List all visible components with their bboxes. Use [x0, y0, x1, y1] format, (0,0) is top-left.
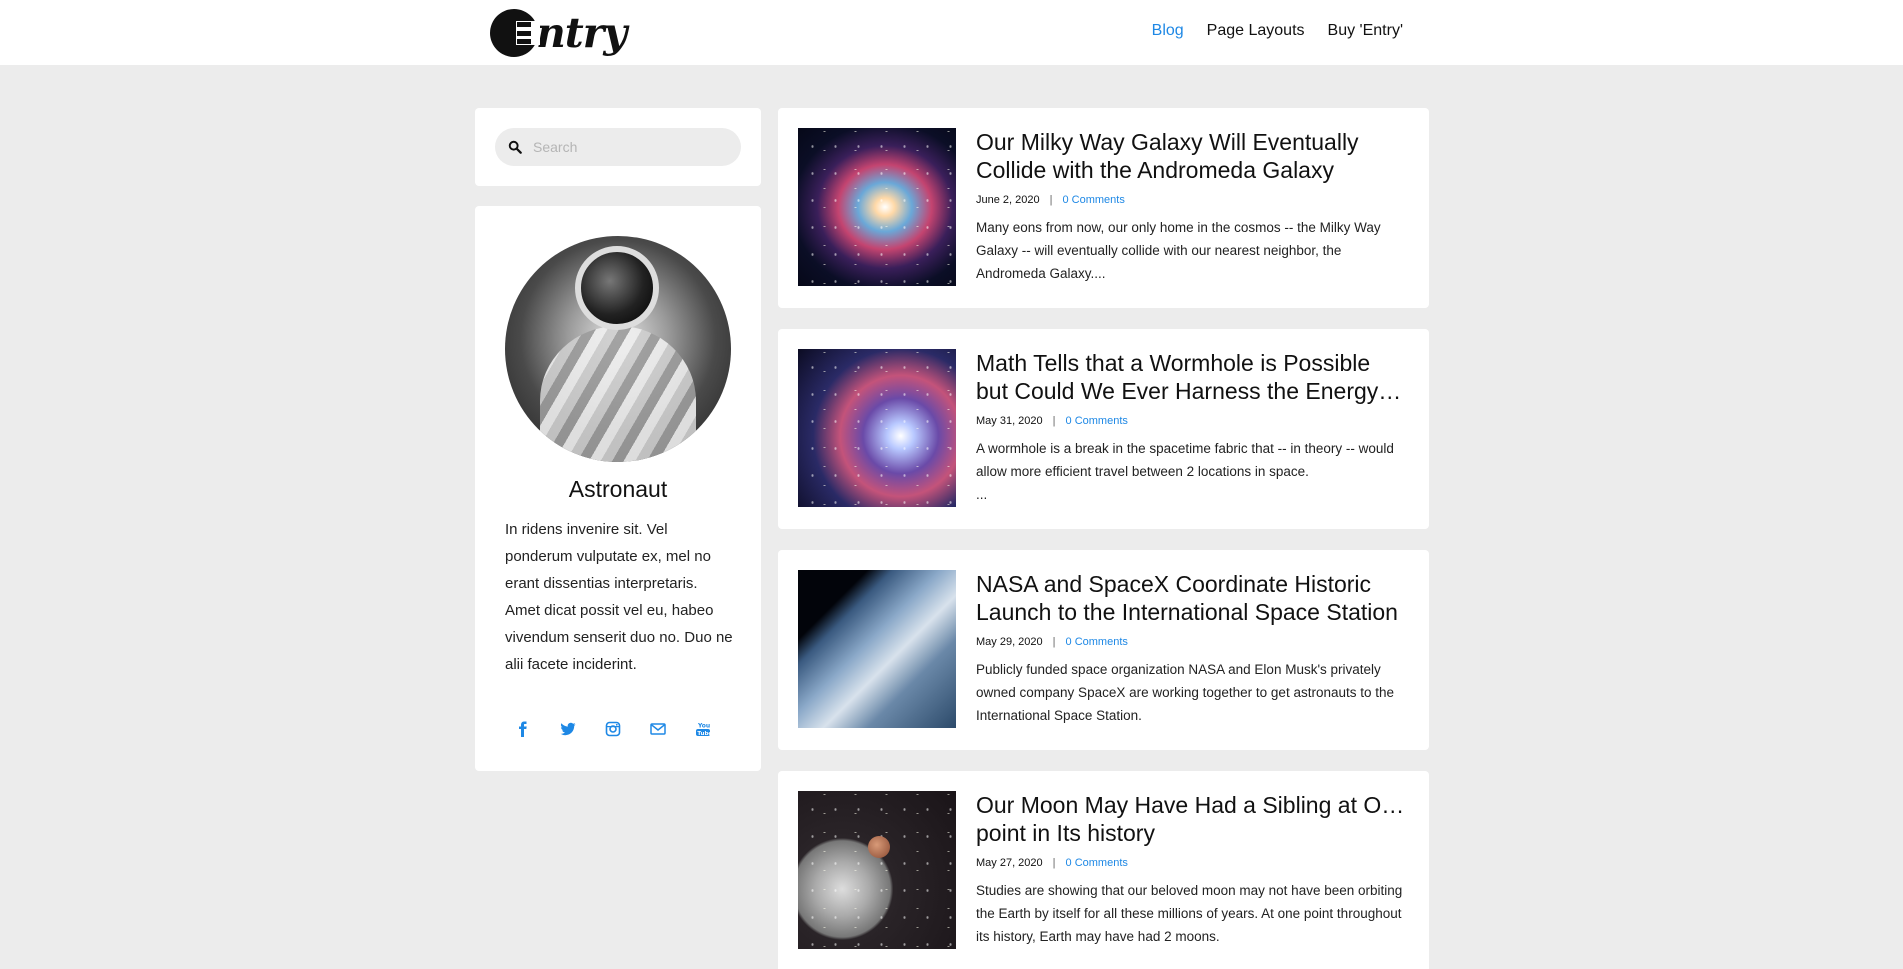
- svg-text:You: You: [697, 723, 710, 730]
- post-title[interactable]: NASA and SpaceX Coordinate Historic Laun…: [976, 570, 1406, 626]
- search-widget: [475, 108, 761, 186]
- nav-item-buy-entry[interactable]: Buy 'Entry': [1328, 22, 1403, 40]
- post-thumbnail[interactable]: [798, 791, 956, 949]
- twitter-icon[interactable]: [559, 720, 577, 738]
- social-links: You Tube: [514, 720, 712, 738]
- post-comments-link[interactable]: 0 Comments: [1066, 636, 1128, 648]
- post-title[interactable]: Our Milky Way Galaxy Will Eventually Col…: [976, 128, 1406, 184]
- profile-name: Astronaut: [568, 476, 668, 502]
- meta-separator: |: [1052, 415, 1056, 427]
- youtube-icon[interactable]: You Tube: [694, 720, 712, 738]
- post-excerpt: Studies are showing that our beloved moo…: [976, 883, 1403, 944]
- post-comments-link[interactable]: 0 Comments: [1066, 857, 1128, 869]
- meta-separator: |: [1052, 636, 1056, 648]
- post-comments-link[interactable]: 0 Comments: [1066, 415, 1128, 427]
- post-meta: June 2, 2020 | 0 Comments: [976, 194, 1125, 206]
- post-excerpt: Many eons from now, our only home in the…: [976, 220, 1381, 281]
- logo-text: ntry: [536, 9, 627, 57]
- facebook-icon[interactable]: [514, 720, 532, 738]
- post-date: June 2, 2020: [976, 194, 1040, 206]
- svg-text:Tube: Tube: [697, 731, 711, 737]
- search-icon: [508, 140, 522, 154]
- post-comments-link[interactable]: 0 Comments: [1062, 194, 1124, 206]
- post-card: Our Milky Way Galaxy Will Eventually Col…: [778, 108, 1429, 308]
- post-meta: May 27, 2020 | 0 Comments: [976, 857, 1128, 869]
- post-excerpt: A wormhole is a break in the spacetime f…: [976, 441, 1394, 502]
- profile-bio: In ridens invenire sit. Vel ponderum vul…: [505, 521, 733, 673]
- nav-item-blog[interactable]: Blog: [1152, 22, 1184, 40]
- profile-widget: Astronaut In ridens invenire sit. Vel po…: [475, 206, 761, 771]
- top-bar: ntry Blog Page Layouts Buy 'Entry': [0, 0, 1903, 65]
- post-date: May 27, 2020: [976, 857, 1043, 869]
- post-date: May 31, 2020: [976, 415, 1043, 427]
- post-card: Math Tells that a Wormhole is Possible b…: [778, 329, 1429, 529]
- mail-icon[interactable]: [649, 720, 667, 738]
- nav-item-page-layouts[interactable]: Page Layouts: [1207, 22, 1305, 40]
- post-title[interactable]: Math Tells that a Wormhole is Possible b…: [976, 349, 1406, 405]
- post-thumbnail[interactable]: [798, 128, 956, 286]
- logo-mark-icon: [490, 9, 540, 57]
- avatar: [505, 236, 731, 462]
- post-excerpt: Publicly funded space organization NASA …: [976, 662, 1395, 723]
- post-thumbnail[interactable]: [798, 349, 956, 507]
- search-box[interactable]: [495, 128, 741, 166]
- meta-separator: |: [1049, 194, 1053, 206]
- post-card: NASA and SpaceX Coordinate Historic Laun…: [778, 550, 1429, 750]
- post-card: Our Moon May Have Had a Sibling at One p…: [778, 771, 1429, 969]
- post-thumbnail[interactable]: [798, 570, 956, 728]
- post-meta: May 29, 2020 | 0 Comments: [976, 636, 1128, 648]
- meta-separator: |: [1052, 857, 1056, 869]
- post-meta: May 31, 2020 | 0 Comments: [976, 415, 1128, 427]
- post-title[interactable]: Our Moon May Have Had a Sibling at One p…: [976, 791, 1406, 847]
- instagram-icon[interactable]: [604, 720, 622, 738]
- search-input[interactable]: [533, 139, 723, 155]
- main-nav: Blog Page Layouts Buy 'Entry': [1152, 22, 1403, 40]
- site-logo[interactable]: ntry: [490, 8, 627, 58]
- post-date: May 29, 2020: [976, 636, 1043, 648]
